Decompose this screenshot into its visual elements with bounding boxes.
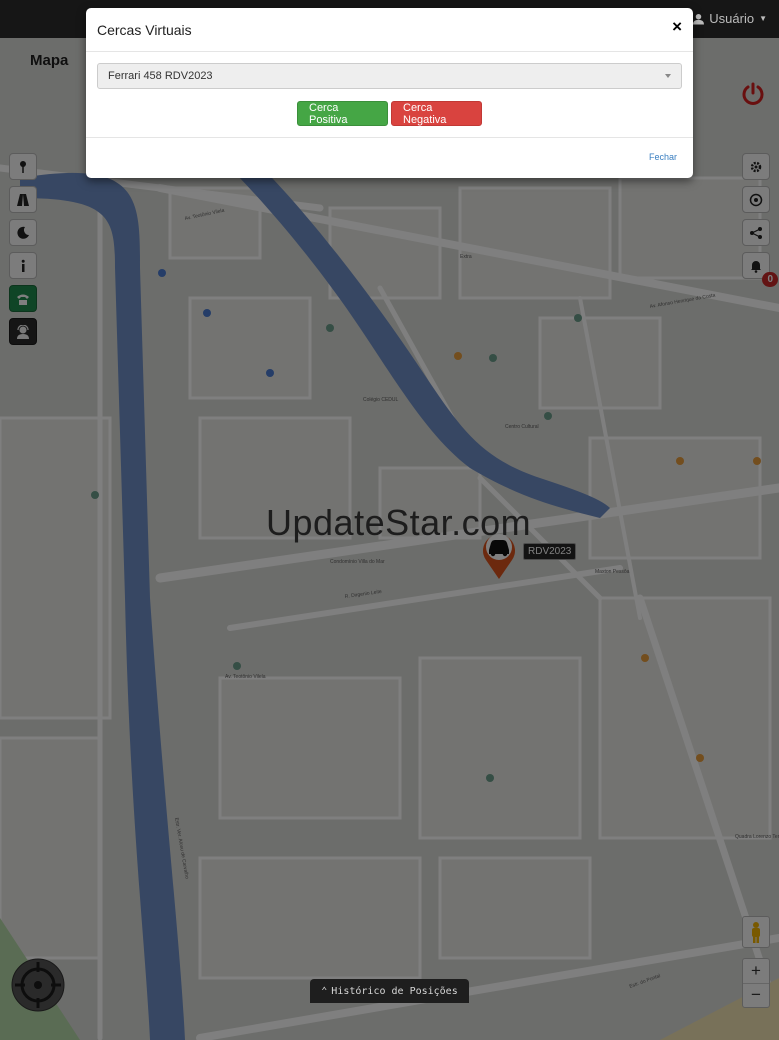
vehicle-select[interactable]: Ferrari 458 RDV2023 — [97, 63, 682, 89]
position-history-label: Histórico de Posições — [331, 985, 458, 997]
fence-button-row: Cerca Positiva Cerca Negativa — [97, 101, 682, 126]
close-icon[interactable]: × — [672, 17, 682, 37]
negative-fence-button[interactable]: Cerca Negativa — [391, 101, 482, 126]
user-icon — [693, 13, 705, 24]
modal-footer: Fechar — [86, 138, 693, 177]
user-menu-label: Usuário — [709, 11, 755, 26]
virtual-fences-modal: Cercas Virtuais × Ferrari 458 RDV2023 Ce… — [86, 8, 693, 178]
chevron-down-icon — [665, 74, 671, 78]
modal-header: Cercas Virtuais × — [86, 8, 693, 52]
user-menu[interactable]: Usuário ▼ — [693, 11, 767, 26]
position-history-button[interactable]: ⌃ Histórico de Posições — [310, 979, 469, 1003]
modal-body: Ferrari 458 RDV2023 Cerca Positiva Cerca… — [86, 52, 693, 138]
chevron-up-icon: ⌃ — [321, 985, 328, 997]
close-modal-link[interactable]: Fechar — [649, 152, 677, 162]
map-view[interactable]: Av. Teotônio Vilela Av. Afonso Henrique … — [0, 38, 779, 1040]
modal-title: Cercas Virtuais — [97, 22, 192, 38]
vehicle-select-value: Ferrari 458 RDV2023 — [108, 70, 213, 82]
modal-backdrop[interactable] — [0, 38, 779, 1040]
chevron-down-icon: ▼ — [759, 14, 767, 23]
positive-fence-button[interactable]: Cerca Positiva — [297, 101, 388, 126]
